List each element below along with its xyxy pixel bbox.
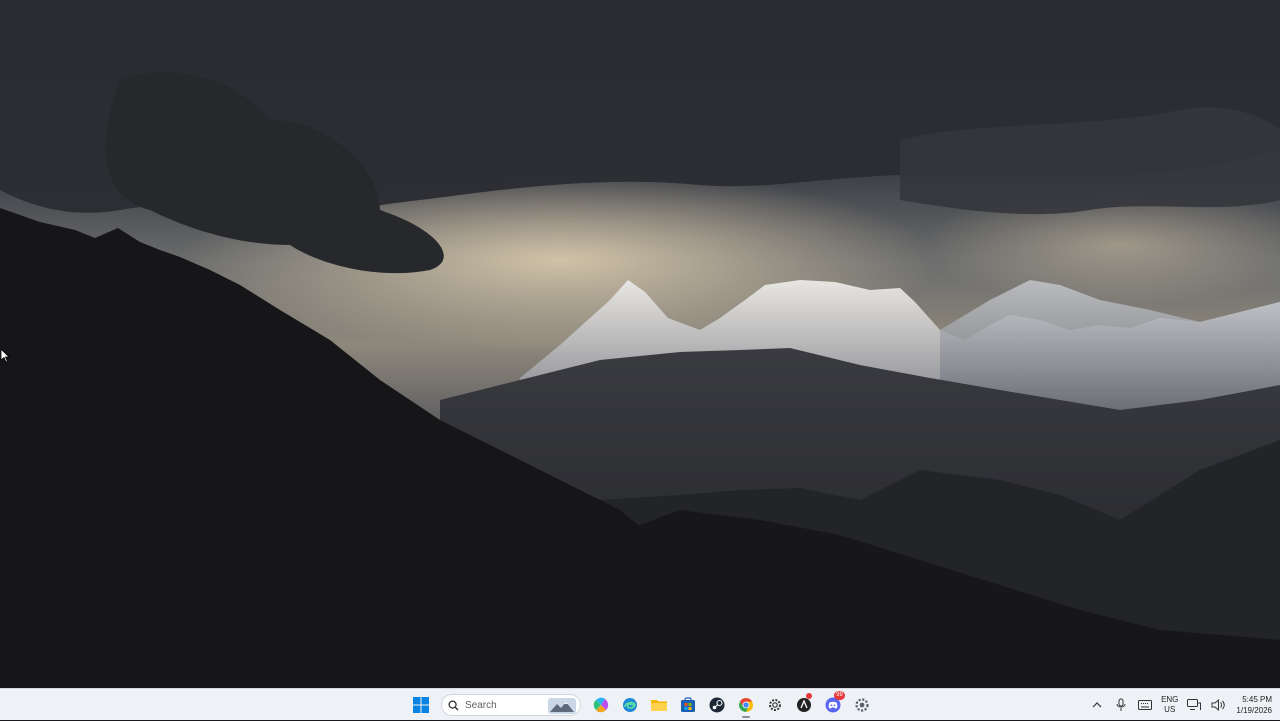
microphone-icon [1116, 698, 1126, 711]
search-placeholder: Search [465, 699, 497, 711]
clock[interactable]: 5:45 PM 1/19/2026 [1236, 694, 1272, 716]
keyboard-button[interactable] [1137, 697, 1153, 713]
start-button[interactable] [408, 691, 434, 719]
steam-icon [709, 697, 725, 713]
taskbar: Search 99 ENG US 5:45 PM 1/19/2026 [0, 688, 1280, 720]
chrome-button[interactable] [733, 691, 759, 719]
keyboard-icon [1138, 700, 1153, 710]
network-icon [1187, 699, 1202, 710]
language-region: US [1164, 705, 1176, 714]
chevron-up-icon [1092, 702, 1102, 708]
folder-icon [651, 700, 667, 711]
chrome-icon [739, 698, 753, 712]
taskbar-center: Search 99 [408, 689, 875, 721]
gear-icon [769, 699, 781, 711]
app-icon [797, 698, 811, 712]
search-icon [448, 699, 459, 711]
volume-button[interactable] [1210, 697, 1226, 713]
search-box[interactable]: Search [441, 694, 581, 716]
discord-button[interactable]: 99 [820, 691, 846, 719]
microphone-button[interactable] [1113, 697, 1129, 713]
copilot-icon [593, 697, 609, 713]
copilot-button[interactable] [588, 691, 614, 719]
show-hidden-icons-button[interactable] [1089, 697, 1105, 713]
microsoft-store-button[interactable] [675, 691, 701, 719]
discord-badge: 99 [834, 691, 845, 700]
clock-time: 5:45 PM [1242, 695, 1272, 704]
settings-button[interactable] [849, 691, 875, 719]
clock-date: 1/19/2026 [1236, 706, 1272, 715]
settings-light-button[interactable] [762, 691, 788, 719]
desktop-wallpaper [0, 0, 1280, 688]
search-highlight-icon [548, 698, 576, 714]
notification-dot [806, 693, 812, 699]
edge-icon [623, 698, 637, 712]
file-explorer-button[interactable] [646, 691, 672, 719]
language-indicator[interactable]: ENG US [1161, 695, 1178, 715]
volume-icon [1211, 699, 1226, 711]
steam-button[interactable] [704, 691, 730, 719]
windows-logo-icon [413, 697, 429, 713]
store-icon [681, 697, 695, 712]
language-code: ENG [1161, 695, 1179, 704]
settings-icon [855, 698, 869, 712]
network-button[interactable] [1186, 697, 1202, 713]
app-notification-button[interactable] [791, 691, 817, 719]
mouse-cursor-icon [0, 348, 11, 368]
edge-button[interactable] [617, 691, 643, 719]
system-tray: ENG US 5:45 PM 1/19/2026 [1089, 689, 1272, 721]
